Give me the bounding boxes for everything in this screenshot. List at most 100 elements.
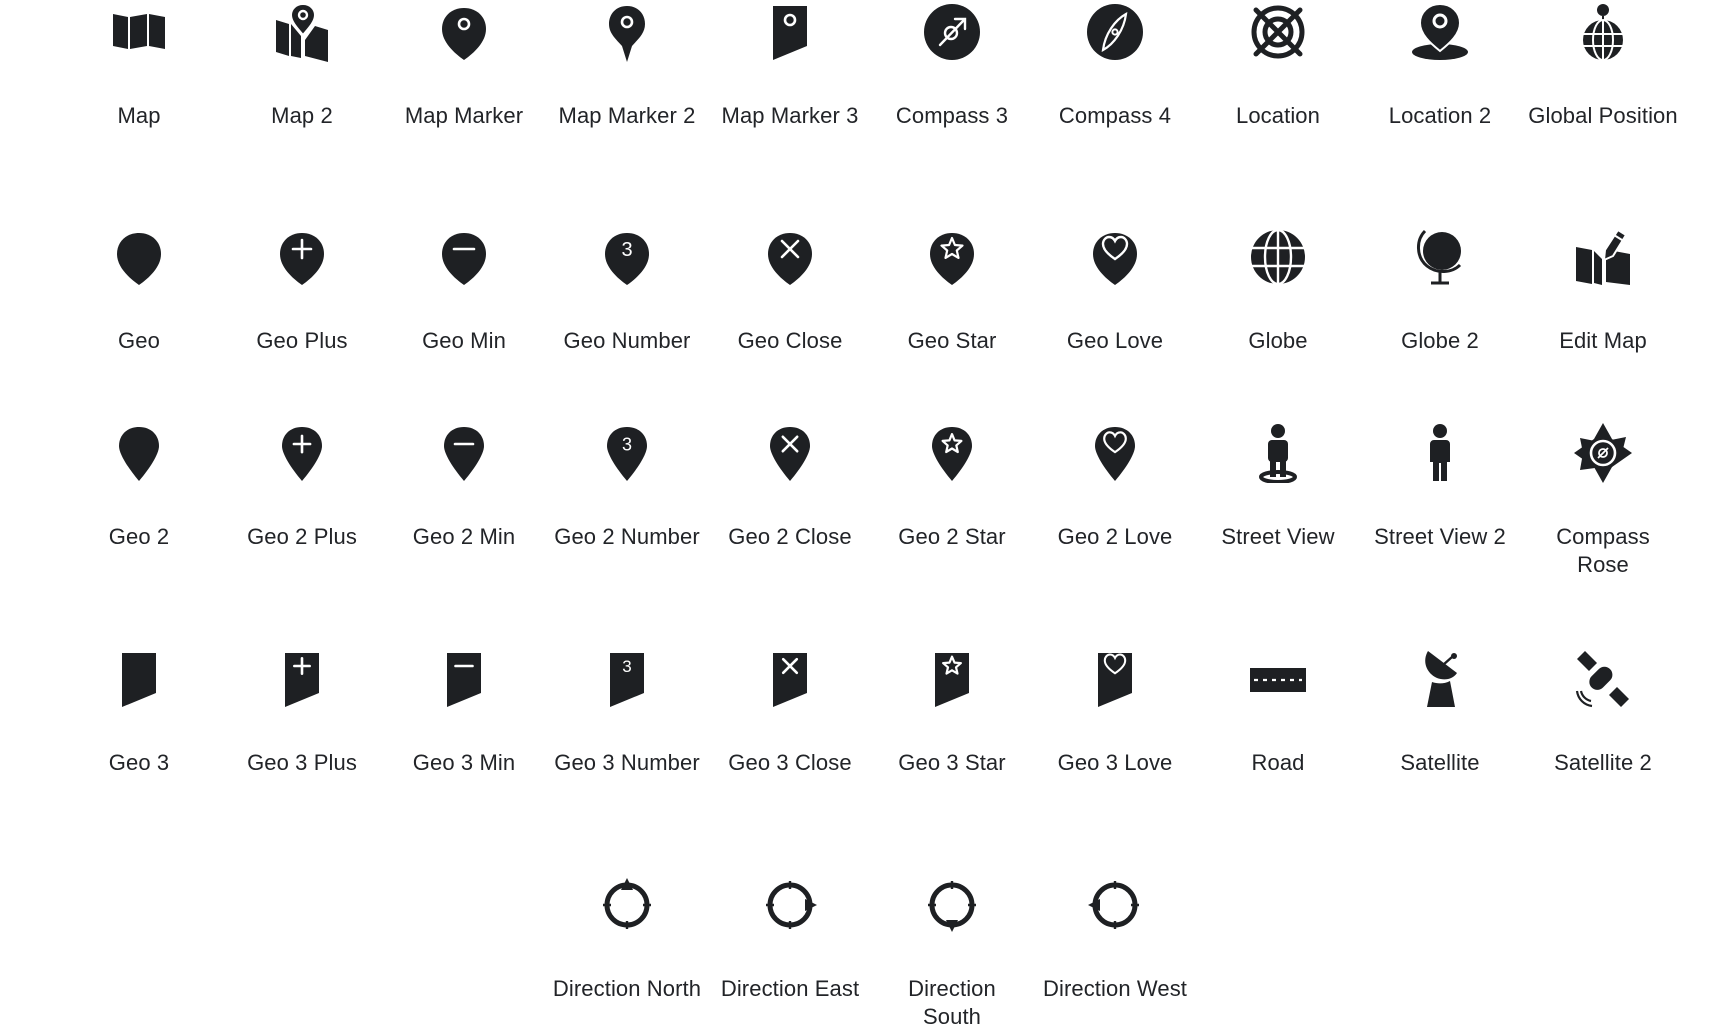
icon-tile[interactable]: Geo Plus [221, 227, 383, 355]
satellite-icon [1410, 649, 1470, 709]
icon-tile[interactable]: Street View [1197, 423, 1359, 551]
icon-label: Geo 3 [108, 750, 170, 775]
map-marker-2-icon [597, 2, 657, 62]
icon-label: Geo 3 Plus [247, 750, 357, 775]
icon-tile[interactable]: Geo 2 Star [871, 423, 1033, 551]
icon-label: Compass 4 [1058, 103, 1172, 128]
icon-tile[interactable]: Geo 2 Love [1034, 423, 1196, 551]
icon-label: Geo Min [422, 328, 506, 353]
icon-tile[interactable]: Road [1197, 649, 1359, 777]
icon-tile[interactable]: Geo Close [709, 227, 871, 355]
icon-label: Geo Close [737, 328, 843, 353]
icon-label: Geo 3 Min [412, 750, 516, 775]
geo-3-min-icon [434, 649, 494, 709]
icon-label: Globe 2 [1401, 328, 1479, 353]
icon-label: Geo 3 Star [898, 750, 1006, 775]
icon-label: Direction East [720, 976, 860, 1001]
icon-tile[interactable]: Edit Map [1522, 227, 1684, 355]
icon-tile[interactable]: Geo 3 Star [871, 649, 1033, 777]
icon-label: Direction North [552, 976, 702, 1001]
icon-label: Geo 3 Love [1057, 750, 1173, 775]
icon-tile[interactable]: Geo 2 [58, 423, 220, 551]
geo-plus-icon [272, 227, 332, 287]
icon-label: Geo Star [907, 328, 997, 353]
icon-label: Geo 2 Plus [247, 524, 357, 549]
icon-label: Geo 2 Number [554, 524, 700, 549]
icon-tile[interactable]: Geo 2 Min [383, 423, 545, 551]
icon-tile[interactable]: Map Marker 2 [546, 2, 708, 130]
icon-label: Global Position [1528, 103, 1678, 128]
map-marker-3-icon [760, 2, 820, 62]
geo-2-star-icon [922, 423, 982, 483]
geo-3-plus-icon [272, 649, 332, 709]
icon-tile[interactable]: Globe 2 [1359, 227, 1521, 355]
geo-3-star-icon [922, 649, 982, 709]
icon-tile[interactable]: Geo [58, 227, 220, 355]
icon-tile[interactable]: Geo 2 Close [709, 423, 871, 551]
icon-tile[interactable]: Compass Rose [1522, 423, 1684, 579]
icon-tile[interactable]: Location [1197, 2, 1359, 130]
geo-2-icon [109, 423, 169, 483]
road-icon [1248, 649, 1308, 709]
icon-tile[interactable]: Geo Star [871, 227, 1033, 355]
icon-tile[interactable]: Geo 3 Close [709, 649, 871, 777]
compass-3-icon [922, 2, 982, 62]
icon-tile[interactable]: Direction South [871, 875, 1033, 1031]
street-view-2-icon [1410, 423, 1470, 483]
edit-map-icon [1573, 227, 1633, 287]
icon-tile[interactable]: 3 Geo 2 Number [546, 423, 708, 551]
icon-label: Direction South [908, 976, 996, 1029]
icon-label: Geo Love [1066, 328, 1164, 353]
icon-label: Location [1236, 103, 1320, 128]
direction-west-icon [1085, 875, 1145, 935]
icon-tile[interactable]: 3 Geo 3 Number [546, 649, 708, 777]
icon-label: Compass Rose [1556, 524, 1650, 577]
geo-3-close-icon [760, 649, 820, 709]
icon-tile[interactable]: Map 2 [221, 2, 383, 130]
street-view-icon [1248, 423, 1308, 483]
geo-2-number-icon: 3 [597, 423, 657, 483]
icon-tile[interactable]: Geo 2 Plus [221, 423, 383, 551]
icon-tile[interactable]: Satellite [1359, 649, 1521, 777]
icon-label: Location 2 [1388, 103, 1492, 128]
compass-4-icon [1085, 2, 1145, 62]
icon-tile[interactable]: 3 Geo Number [546, 227, 708, 355]
geo-love-icon [1085, 227, 1145, 287]
icon-label: Satellite 2 [1554, 750, 1652, 775]
icon-tile[interactable]: Direction West [1034, 875, 1196, 1003]
icon-tile[interactable]: Direction North [546, 875, 708, 1003]
icon-tile[interactable]: Geo 3 Min [383, 649, 545, 777]
icon-tile[interactable]: Geo Min [383, 227, 545, 355]
svg-text:3: 3 [622, 657, 631, 676]
icon-tile[interactable]: Map Marker 3 [709, 2, 871, 130]
globe-icon [1248, 227, 1308, 287]
icon-tile[interactable]: Street View 2 [1359, 423, 1521, 551]
geo-3-number-icon: 3 [597, 649, 657, 709]
icon-tile[interactable]: Global Position [1522, 2, 1684, 130]
icon-label: Globe [1248, 328, 1308, 353]
icon-tile[interactable]: Geo Love [1034, 227, 1196, 355]
geo-2-min-icon [434, 423, 494, 483]
icon-tile[interactable]: Geo 3 Plus [221, 649, 383, 777]
icon-tile[interactable]: Map [58, 2, 220, 130]
icon-tile[interactable]: Geo 3 Love [1034, 649, 1196, 777]
geo-number-icon: 3 [597, 227, 657, 287]
geo-3-love-icon [1085, 649, 1145, 709]
geo-3-icon [109, 649, 169, 709]
icon-tile[interactable]: Compass 4 [1034, 2, 1196, 130]
icon-label: Geo Number [563, 328, 691, 353]
geo-icon [109, 227, 169, 287]
icon-tile[interactable]: Globe [1197, 227, 1359, 355]
icon-tile[interactable]: Map Marker [383, 2, 545, 130]
map-icon [109, 2, 169, 62]
location-icon [1248, 2, 1308, 62]
icon-tile[interactable]: Satellite 2 [1522, 649, 1684, 777]
location-2-icon [1410, 2, 1470, 62]
icon-tile[interactable]: Direction East [709, 875, 871, 1003]
svg-text:3: 3 [621, 239, 632, 261]
icon-label: Map Marker 2 [558, 103, 696, 128]
icon-tile[interactable]: Location 2 [1359, 2, 1521, 130]
icon-label: Satellite [1400, 750, 1480, 775]
icon-tile[interactable]: Compass 3 [871, 2, 1033, 130]
icon-tile[interactable]: Geo 3 [58, 649, 220, 777]
